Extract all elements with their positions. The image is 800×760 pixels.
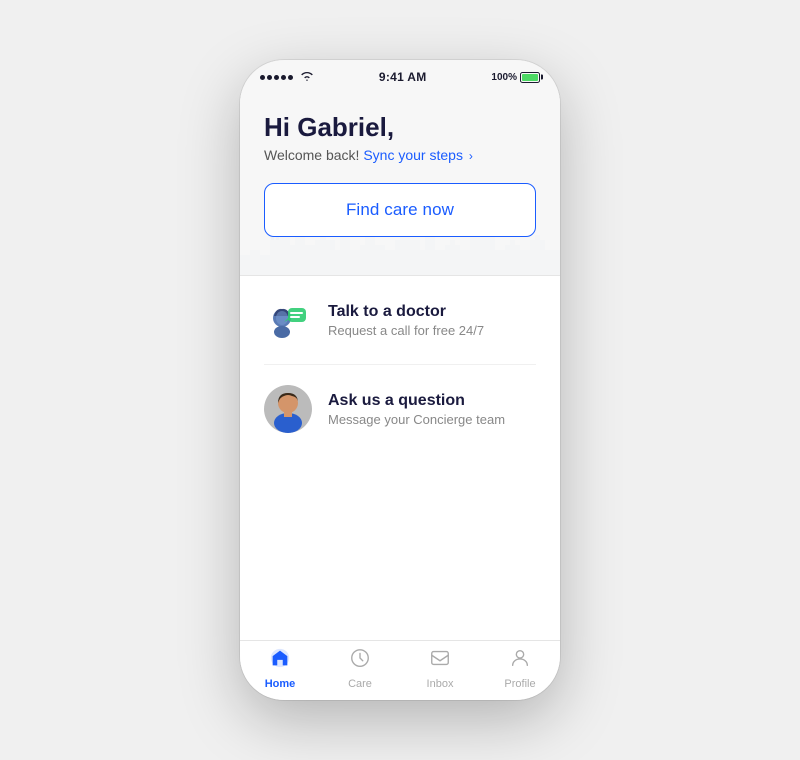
doctor-card-text: Talk to a doctor Request a call for free… (328, 303, 484, 338)
home-icon (269, 647, 291, 675)
nav-label-inbox: Inbox (427, 678, 454, 690)
profile-icon (509, 647, 531, 675)
talk-to-doctor-card[interactable]: Talk to a doctor Request a call for free… (264, 276, 536, 365)
status-bar: 9:41 AM 100% (240, 60, 560, 88)
question-card-title: Ask us a question (328, 392, 505, 410)
doctor-icon-wrap (264, 296, 312, 344)
question-card-text: Ask us a question Message your Concierge… (328, 392, 505, 427)
signal-area (260, 71, 314, 83)
nav-item-home[interactable]: Home (240, 641, 320, 700)
nav-label-home: Home (265, 678, 296, 690)
signal-dot-5 (288, 75, 293, 80)
nav-item-care[interactable]: Care (320, 641, 400, 700)
concierge-avatar (264, 385, 312, 433)
status-time: 9:41 AM (379, 70, 427, 84)
doctor-illustration (264, 296, 312, 344)
sync-steps-link[interactable]: Sync your steps (363, 147, 463, 163)
welcome-static: Welcome back! (264, 147, 359, 163)
doctor-card-subtitle: Request a call for free 24/7 (328, 323, 484, 338)
signal-dot-4 (281, 75, 286, 80)
bottom-nav: Home Care Inbox (240, 640, 560, 700)
find-care-button-wrap: Find care now (264, 183, 536, 237)
signal-dot-3 (274, 75, 279, 80)
signal-dots (260, 75, 293, 80)
greeting-text: Hi Gabriel, (264, 112, 536, 143)
nav-label-profile: Profile (504, 678, 535, 690)
signal-dot-2 (267, 75, 272, 80)
find-care-button[interactable]: Find care now (264, 183, 536, 237)
care-icon (349, 647, 371, 675)
inbox-icon (429, 647, 451, 675)
battery-percent: 100% (491, 72, 517, 83)
chevron-right-icon: › (469, 149, 473, 163)
ask-question-card[interactable]: Ask us a question Message your Concierge… (264, 365, 536, 453)
battery-fill (522, 74, 538, 81)
wifi-icon (300, 71, 314, 83)
cards-section: Talk to a doctor Request a call for free… (240, 276, 560, 640)
signal-dot-1 (260, 75, 265, 80)
question-card-subtitle: Message your Concierge team (328, 412, 505, 427)
screen: Hi Gabriel, Welcome back! Sync your step… (240, 88, 560, 640)
nav-item-inbox[interactable]: Inbox (400, 641, 480, 700)
nav-item-profile[interactable]: Profile (480, 641, 560, 700)
battery-area: 100% (491, 72, 540, 83)
concierge-avatar-wrap (264, 385, 312, 433)
phone-frame: 9:41 AM 100% (240, 60, 560, 700)
hero-section: Hi Gabriel, Welcome back! Sync your step… (240, 88, 560, 275)
welcome-line: Welcome back! Sync your steps › (264, 147, 536, 163)
nav-label-care: Care (348, 678, 372, 690)
battery-icon (520, 72, 540, 83)
doctor-card-title: Talk to a doctor (328, 303, 484, 321)
